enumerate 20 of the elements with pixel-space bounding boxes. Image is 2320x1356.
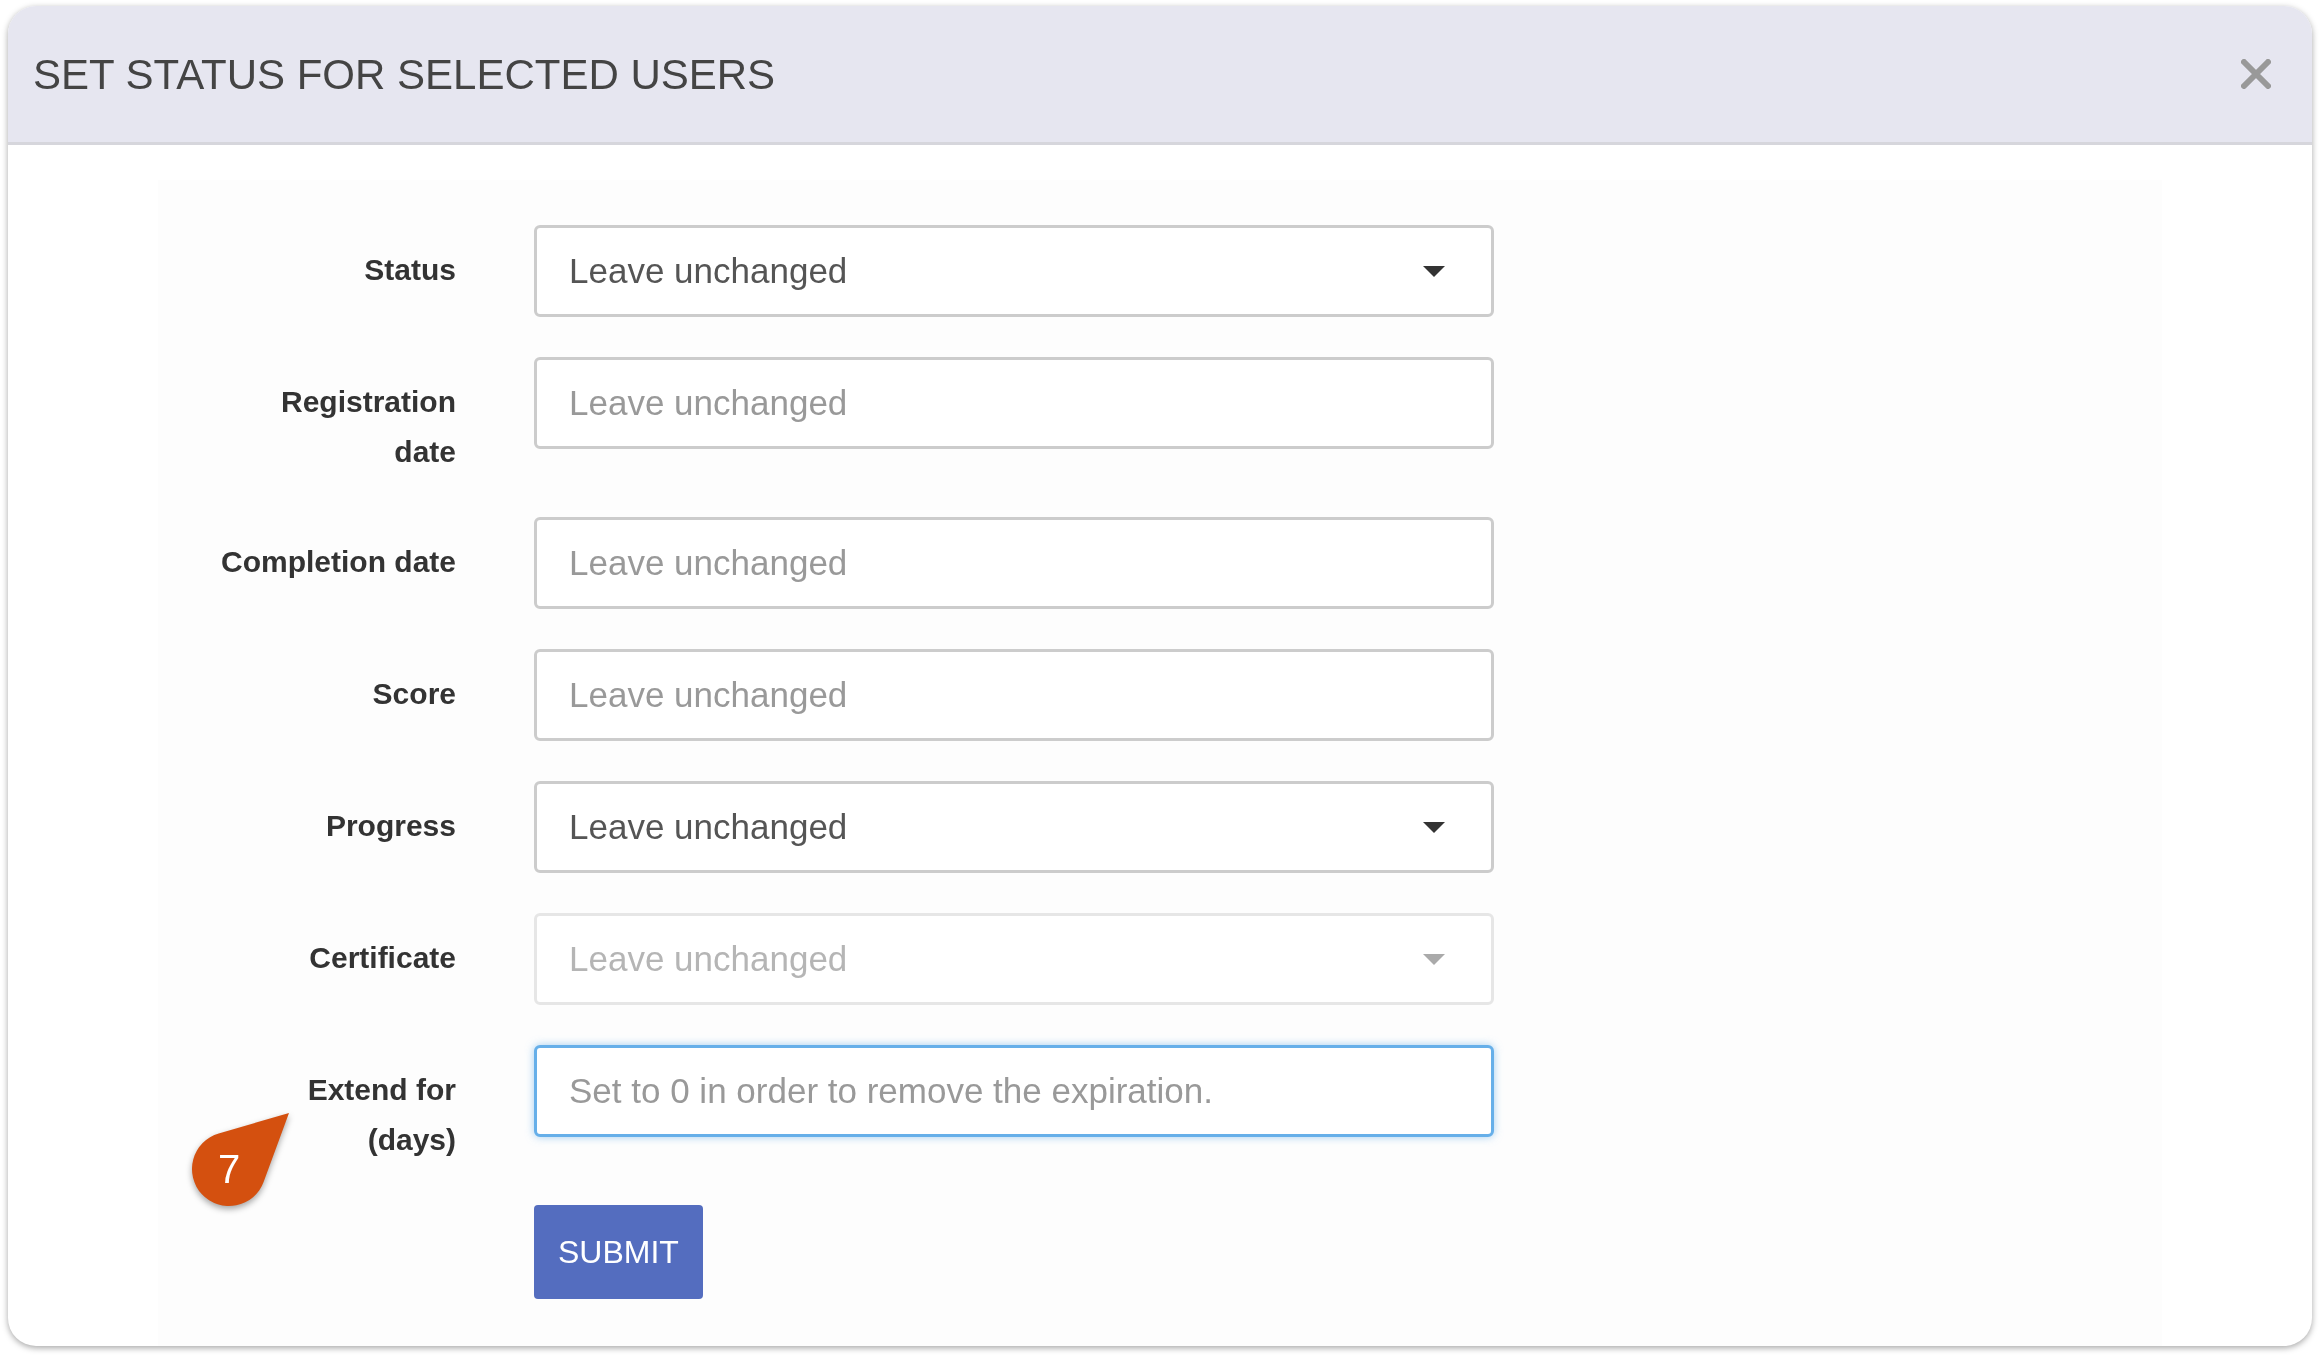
field-label: Status — [363, 252, 456, 288]
field-label: Completion date — [220, 544, 456, 580]
field-label: Certificate — [308, 940, 456, 976]
field-label: Progress — [324, 808, 456, 844]
field-label: Score — [371, 676, 456, 712]
text-field[interactable]: Leave unchanged — [534, 649, 1494, 741]
dropdown-field[interactable]: Leave unchanged — [534, 781, 1494, 873]
caret-down-icon — [1423, 821, 1445, 833]
caret-down-icon — [1423, 953, 1445, 965]
text-field[interactable]: Set to 0 in order to remove the expiration. — [534, 1045, 1494, 1137]
field-label: Extend for (days) — [306, 1072, 456, 1158]
dialog-title: SET STATUS FOR SELECTED USERS — [33, 49, 776, 100]
text-field[interactable]: Leave unchanged — [534, 357, 1494, 449]
text-field[interactable]: Leave unchanged — [534, 517, 1494, 609]
submit-button[interactable]: SUBMIT — [534, 1205, 703, 1299]
caret-down-icon — [1423, 265, 1445, 277]
dropdown-field[interactable]: Leave unchanged — [534, 225, 1494, 317]
close-icon — [2241, 59, 2271, 89]
close-button[interactable] — [2240, 58, 2272, 90]
field-label: Registration date — [279, 384, 456, 470]
